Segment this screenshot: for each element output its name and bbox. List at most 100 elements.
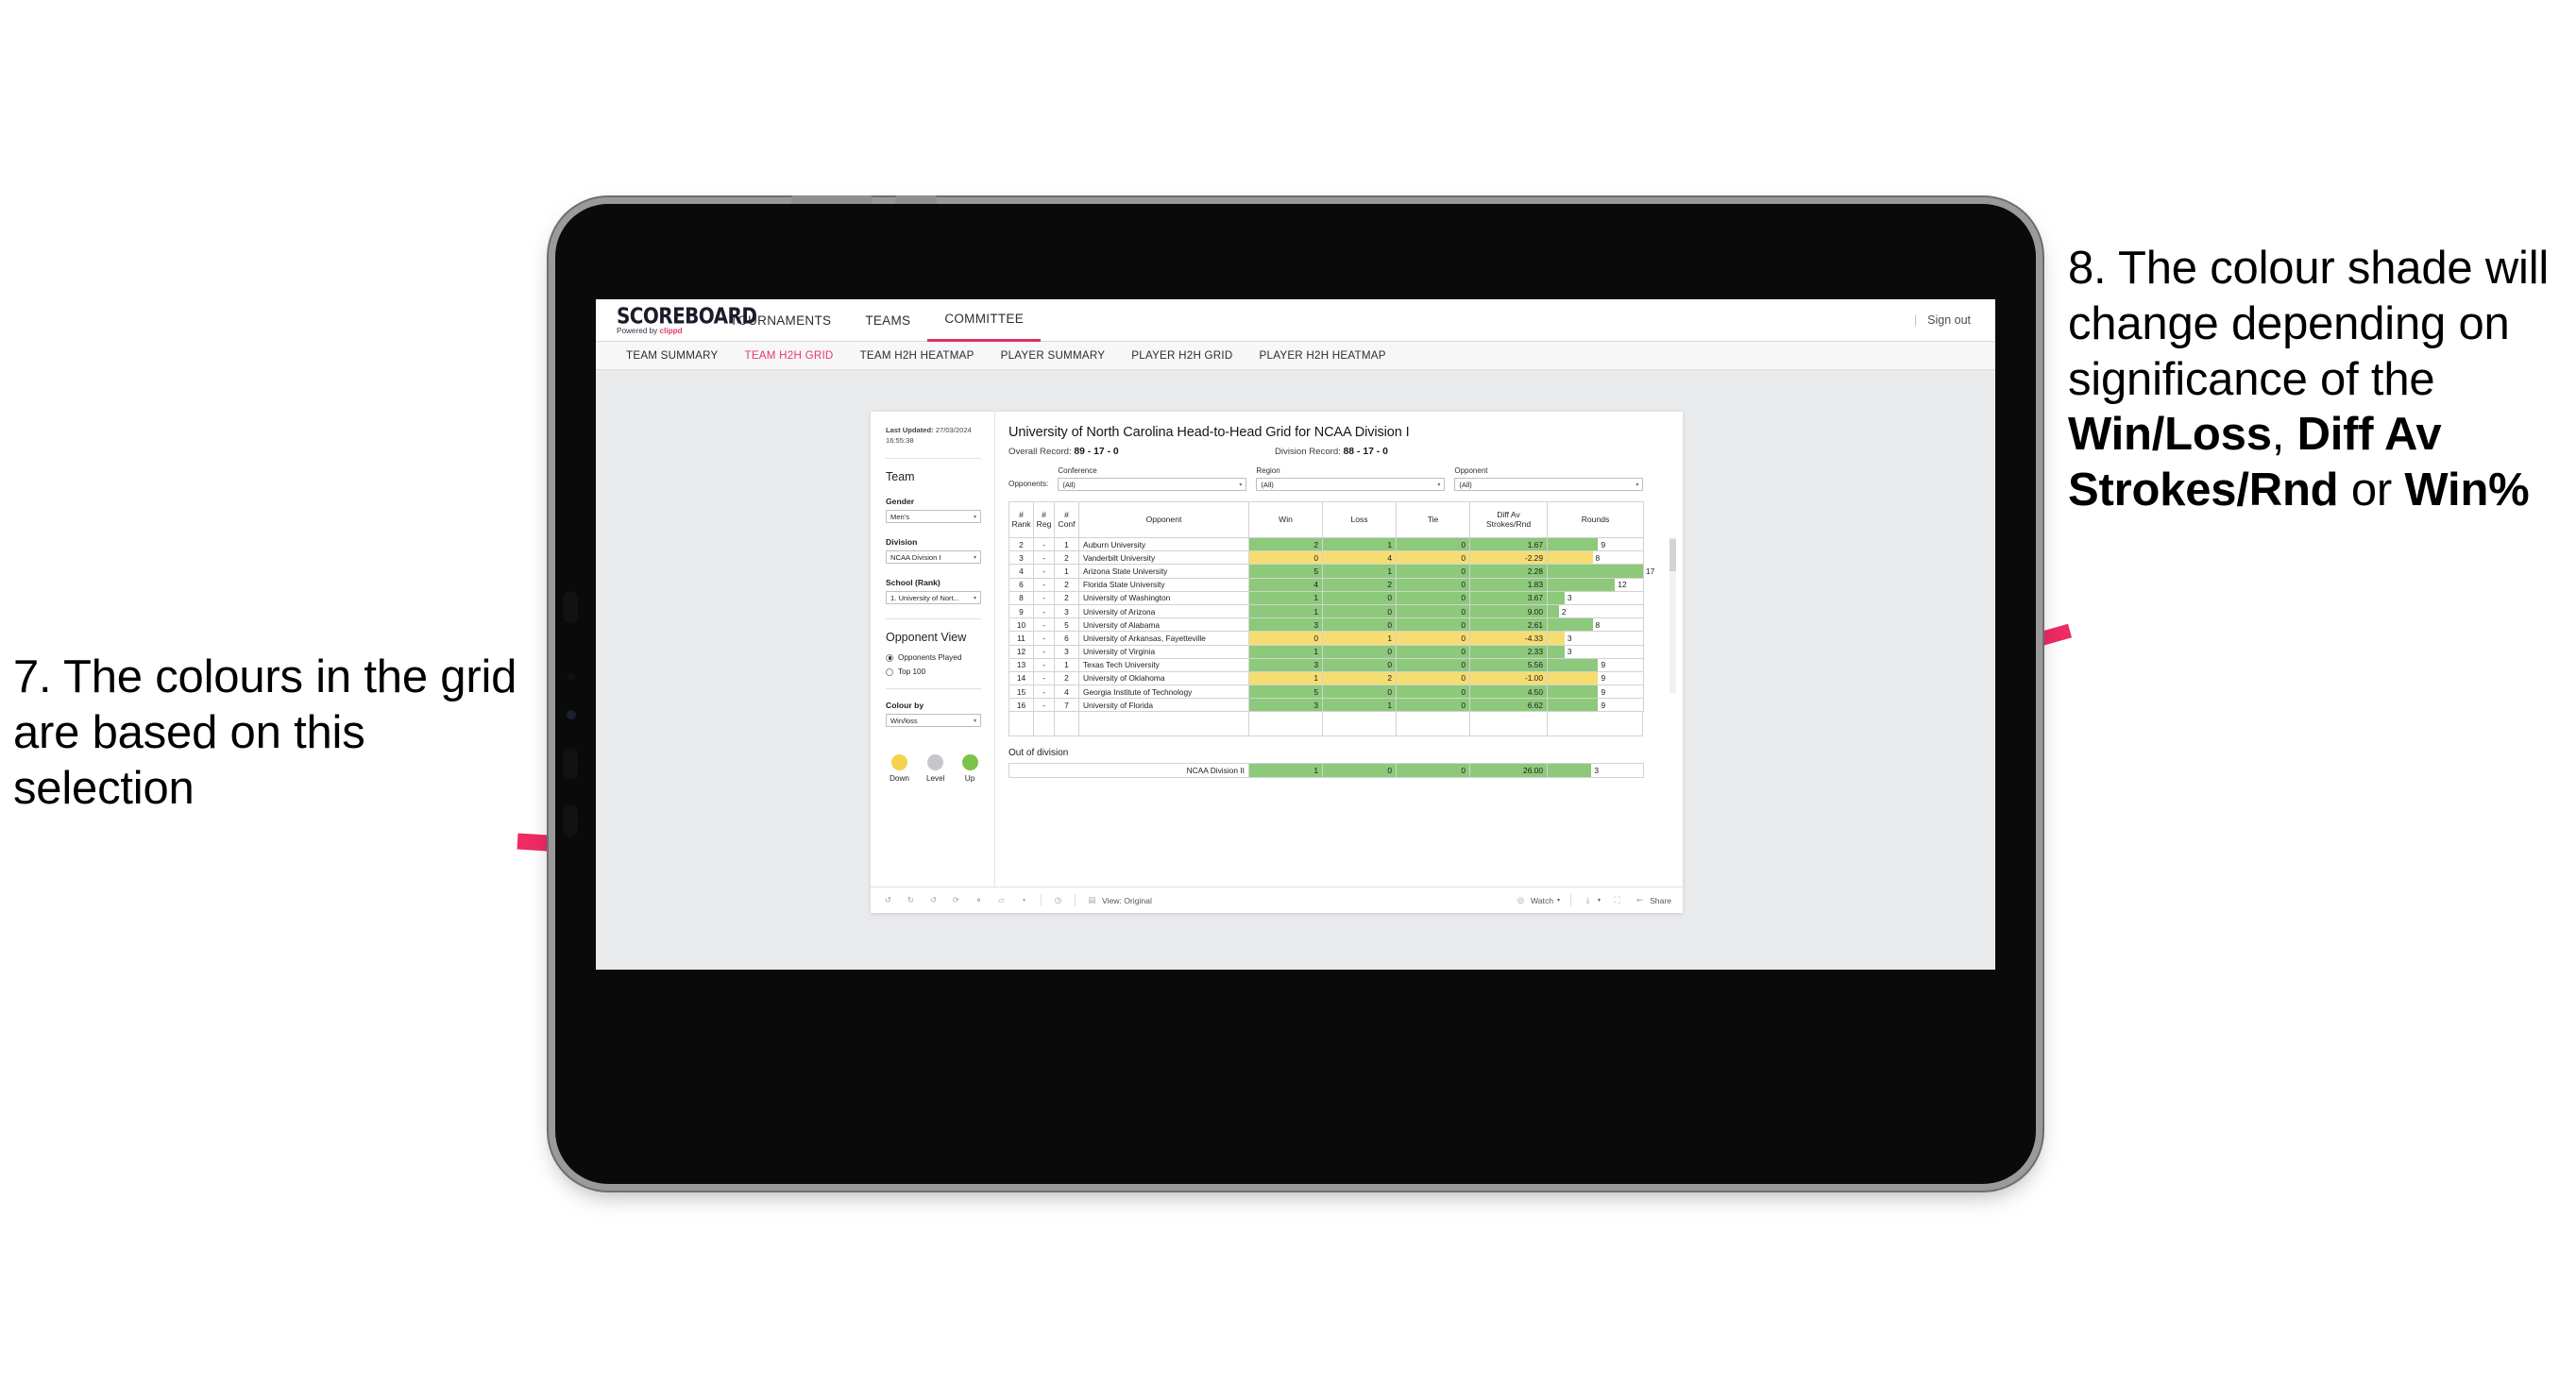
division-record-value: 88 - 17 - 0: [1343, 447, 1388, 457]
table-cell: -: [1033, 698, 1055, 713]
redo-icon[interactable]: ↻: [905, 894, 917, 906]
table-cell: 12: [1008, 644, 1034, 659]
filter-conference-select[interactable]: (All) ▾: [1058, 478, 1247, 491]
radio-button[interactable]: [886, 653, 893, 662]
table-cell: 0: [1396, 644, 1470, 659]
table-cell: -: [1033, 617, 1055, 633]
opponent-view-option[interactable]: Top 100: [886, 668, 981, 676]
table-row[interactable]: 13-1 Texas Tech University 3 0 0 5.56 9: [1008, 657, 1644, 672]
out-of-division-label: Out of division: [1008, 748, 1069, 759]
division-select[interactable]: NCAA Division I ▾: [886, 550, 981, 564]
colour-legend: Down Level Up: [886, 741, 981, 783]
h2h-grid-table: # Rank # Reg # Conf Opponent Win Loss Tie Diff Av S…: [1008, 501, 1654, 713]
table-row[interactable]: 10-5 University of Alabama 3 0 0 2.61 8: [1008, 617, 1644, 633]
watch-icon: ◎: [1517, 895, 1525, 904]
table-row[interactable]: 12-3 University of Virginia 1 0 0 2.33 3: [1008, 644, 1644, 659]
page-title: University of North Carolina Head-to-Hea…: [1008, 425, 1410, 440]
opponent-view-option[interactable]: Opponents Played: [886, 653, 981, 662]
opponent-view-radio-group: Opponents Played Top 100: [886, 653, 981, 676]
topnav-item-teams[interactable]: TEAMS: [848, 299, 927, 342]
radio-button[interactable]: [886, 668, 893, 676]
table-cell: -: [1033, 644, 1055, 659]
view-original-button[interactable]: ▤ View: Original: [1086, 894, 1151, 906]
topnav-item-committee[interactable]: COMMITTEE: [927, 299, 1042, 342]
rounds-value: 8: [1595, 619, 1601, 630]
subnav-item-team-h2h-heatmap[interactable]: TEAM H2H HEATMAP: [847, 349, 988, 362]
table-cell: University of Arizona: [1078, 603, 1249, 619]
signout-link[interactable]: Sign out: [1927, 313, 1971, 327]
refresh-icon[interactable]: ⟳: [950, 894, 962, 906]
brand-logo: SCOREBOARD Powered by clippd: [596, 305, 757, 335]
rounds-cell: 3: [1547, 631, 1644, 646]
table-cell: 2.28: [1469, 564, 1548, 579]
table-cell: 8: [1008, 590, 1034, 605]
download-button[interactable]: ⤓ ▾: [1582, 894, 1601, 906]
share-button[interactable]: ⇜ Share: [1634, 894, 1671, 906]
watch-button[interactable]: ◎ Watch ▾: [1515, 894, 1560, 906]
volume-up-button: [563, 591, 578, 623]
rectangle-select-icon[interactable]: ▱: [995, 894, 1008, 906]
rounds-cell: 9: [1547, 685, 1644, 700]
rounds-bar: [1548, 551, 1593, 565]
table-row[interactable]: 8-2 University of Washington 1 0 0 3.67 3: [1008, 590, 1644, 605]
table-cell: 0: [1396, 590, 1470, 605]
table-cell: 0: [1322, 617, 1397, 633]
table-row[interactable]: 3-2 Vanderbilt University 0 4 0 -2.29 8: [1008, 550, 1644, 566]
table-row[interactable]: 9-3 University of Arizona 1 0 0 9.00 2: [1008, 603, 1644, 619]
rounds-value: 17: [1646, 566, 1655, 576]
table-cell: -: [1033, 550, 1055, 566]
chevron-down-icon[interactable]: ▾: [1018, 894, 1030, 906]
revert-icon[interactable]: ↺: [927, 894, 940, 906]
out-of-division-row[interactable]: NCAA Division II 1 0 0 26.00 3: [1008, 763, 1644, 778]
subnav-item-player-h2h-grid[interactable]: PLAYER H2H GRID: [1118, 349, 1246, 362]
legend-swatch: [890, 754, 907, 770]
chevron-down-icon: ▾: [1557, 898, 1561, 904]
table-cell: 1: [1322, 631, 1397, 646]
table-row[interactable]: 14-2 University of Oklahoma 1 2 0 -1.00 9: [1008, 670, 1644, 686]
subnav-item-player-h2h-heatmap[interactable]: PLAYER H2H HEATMAP: [1246, 349, 1399, 362]
fullscreen-icon[interactable]: ⛶: [1611, 894, 1623, 906]
rounds-cell: 9: [1547, 536, 1644, 552]
workspace: Last Updated: 27/03/2024 16:55:38 Team G…: [596, 370, 1995, 970]
opponent-view-heading: Opponent View: [886, 631, 967, 644]
primary-nav: TOURNAMENTS TEAMS COMMITTEE: [713, 299, 1042, 342]
legend-swatch: [961, 754, 978, 770]
subnav-item-player-summary[interactable]: PLAYER SUMMARY: [988, 349, 1119, 362]
table-cell: -4.33: [1469, 631, 1548, 646]
rounds-bar: [1548, 632, 1565, 645]
rounds-cell: 3: [1547, 590, 1644, 605]
table-row[interactable]: 2-1 Auburn University 2 1 0 1.67 9: [1008, 536, 1644, 552]
chevron-down-icon: ▾: [973, 718, 976, 724]
colour-by-select[interactable]: Win/loss ▾: [886, 714, 981, 727]
school-rank-select[interactable]: 1. University of Nort... ▾: [886, 591, 981, 604]
rounds-cell: 9: [1547, 657, 1644, 672]
chevron-down-icon: ▾: [1635, 482, 1639, 488]
grid-main-panel: University of North Carolina Head-to-Hea…: [995, 412, 1683, 887]
table-cell: 3: [1008, 550, 1034, 566]
help-icon[interactable]: ◷: [1052, 894, 1064, 906]
table-cell: 5: [1054, 617, 1079, 633]
table-row[interactable]: 16-7 University of Florida 3 1 0 6.62 9: [1008, 698, 1644, 713]
chevron-down-icon: ▾: [1239, 482, 1243, 488]
filter-opponent-value: (All): [1459, 480, 1472, 489]
table-cell: -1.00: [1469, 670, 1548, 686]
volume-down-button: [563, 748, 578, 780]
subnav-item-team-summary[interactable]: TEAM SUMMARY: [613, 349, 731, 362]
table-row[interactable]: 11-6 University of Arkansas, Fayetteville…: [1008, 631, 1644, 646]
gender-select[interactable]: Men's ▾: [886, 510, 981, 523]
table-row[interactable]: 15-4 Georgia Institute of Technology 5 0 0 4.…: [1008, 685, 1644, 700]
table-row[interactable]: 4-1 Arizona State University 5 1 0 2.28 17: [1008, 564, 1654, 579]
table-cell: 9: [1008, 603, 1034, 619]
subnav-item-team-h2h-grid[interactable]: TEAM H2H GRID: [731, 349, 846, 362]
undo-icon[interactable]: ↺: [882, 894, 894, 906]
filter-opponent-select[interactable]: (All) ▾: [1454, 478, 1644, 491]
col-header: Tie: [1396, 501, 1470, 538]
filter-region-select[interactable]: (All) ▾: [1256, 478, 1446, 491]
table-row[interactable]: 6-2 Florida State University 4 2 0 1.83 12: [1008, 577, 1644, 592]
divider: [886, 458, 981, 459]
table-scrollbar-thumb[interactable]: [1669, 539, 1676, 571]
col-header: Rounds: [1547, 501, 1644, 538]
pause-icon[interactable]: ⏸: [973, 894, 985, 906]
table-cell: 5: [1248, 685, 1323, 700]
table-cell: 4.50: [1469, 685, 1548, 700]
